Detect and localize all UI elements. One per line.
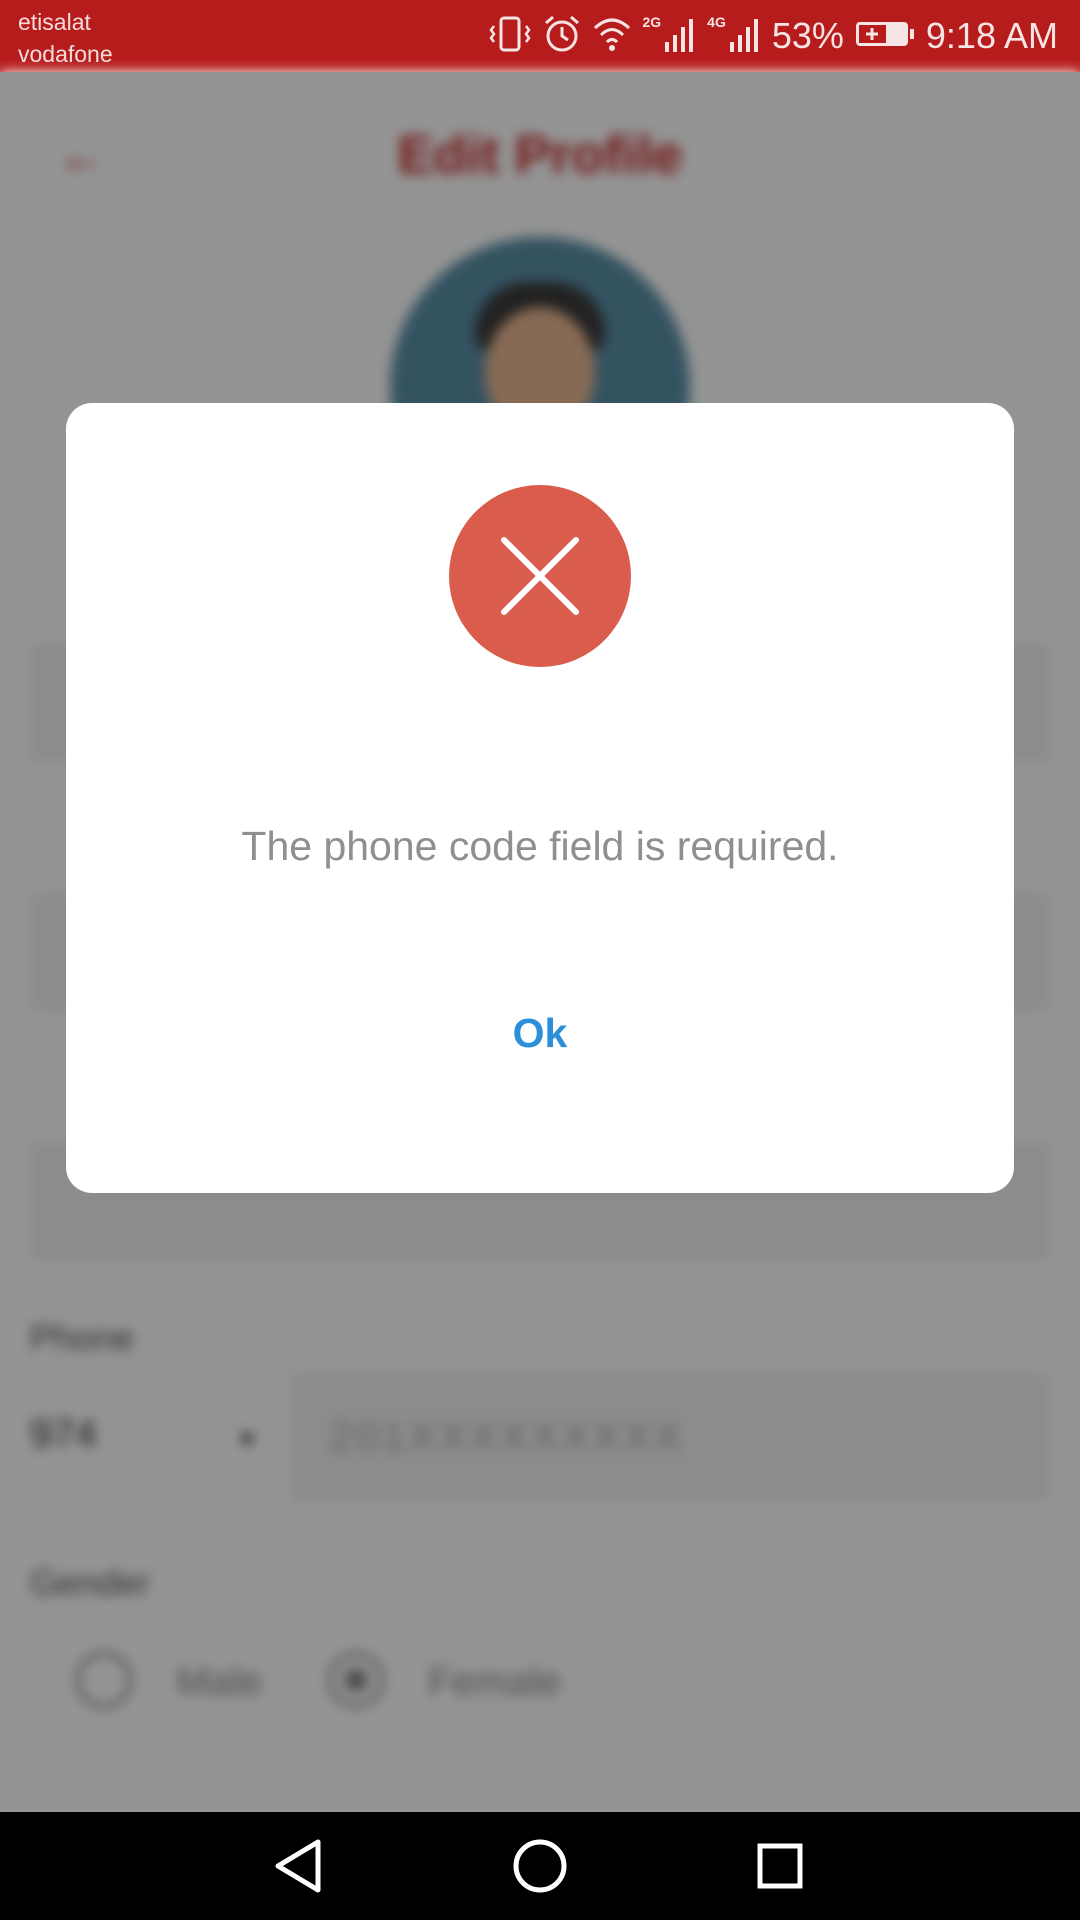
recents-square-icon[interactable] (748, 1834, 812, 1898)
carrier-names: etisalat vodafone (18, 6, 113, 70)
carrier-1: etisalat (18, 9, 91, 35)
status-bar: etisalat vodafone 2G 4G 53% 9:18 AM (0, 0, 1080, 72)
carrier-2: vodafone (18, 41, 113, 67)
network-type-1: 2G (642, 14, 662, 30)
back-triangle-icon[interactable] (268, 1834, 332, 1898)
ok-button[interactable]: Ok (440, 988, 640, 1078)
clock: 9:18 AM (925, 15, 1058, 56)
error-message: The phone code field is required. (241, 823, 839, 869)
error-dialog: The phone code field is required. Ok (66, 403, 1014, 1193)
battery-charging-icon (854, 16, 916, 57)
home-circle-icon[interactable] (508, 1834, 572, 1898)
signal-icon (728, 14, 762, 59)
battery-percent: 53% (771, 15, 844, 56)
status-icons: 2G 4G 53% 9:18 AM (488, 0, 1058, 72)
error-x-icon (449, 485, 631, 667)
wifi-icon (592, 14, 632, 59)
network-type-2: 4G (707, 14, 726, 30)
alarm-icon (542, 14, 582, 59)
signal-icon (663, 14, 697, 59)
vibrate-icon (488, 14, 532, 59)
navigation-bar (0, 1812, 1080, 1920)
